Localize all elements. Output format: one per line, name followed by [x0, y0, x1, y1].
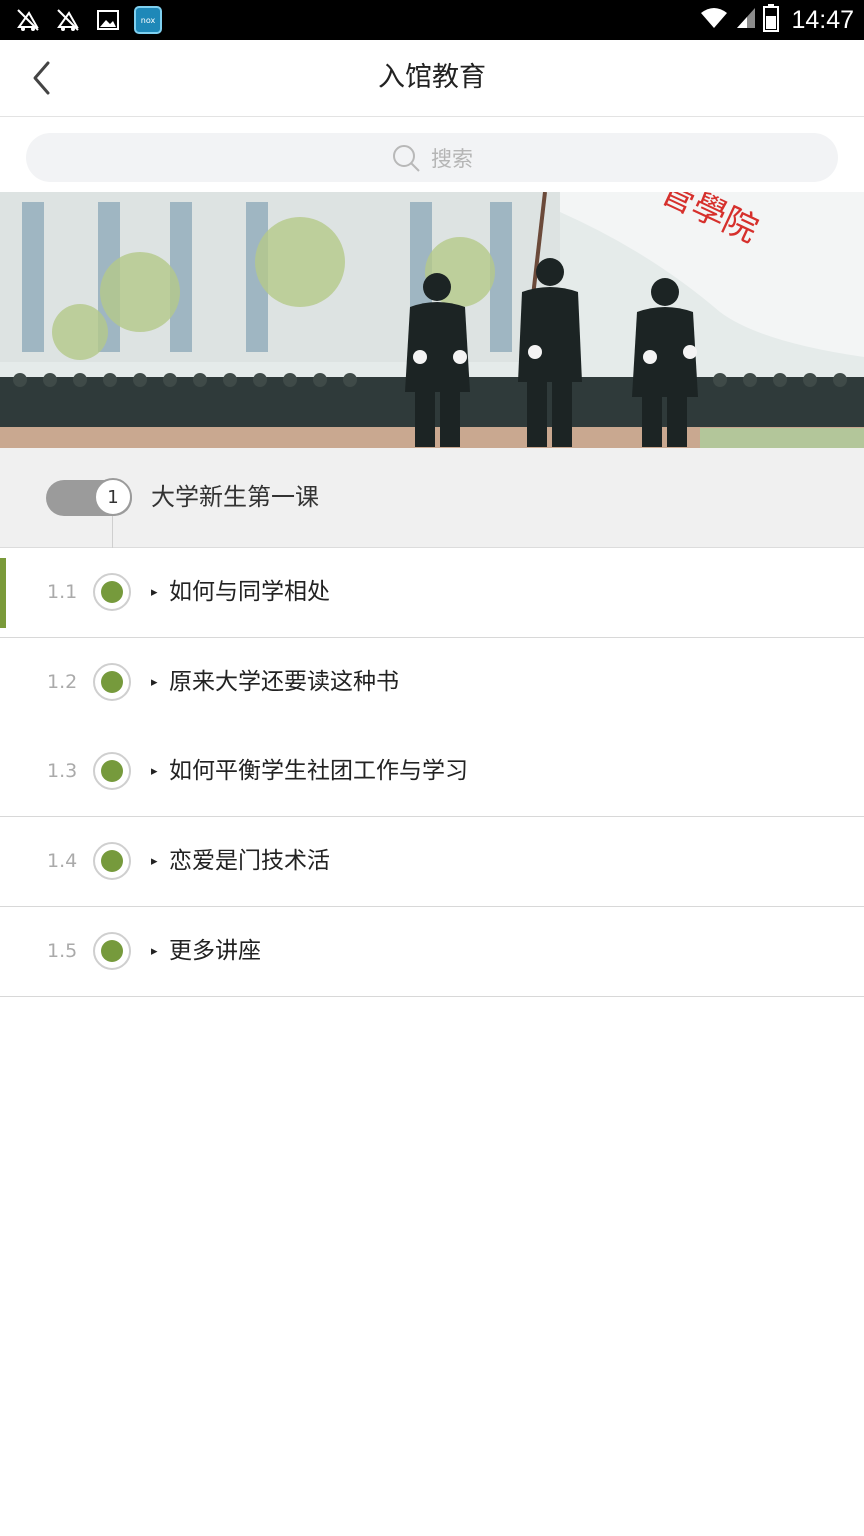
play-triangle-icon: ▸ — [151, 854, 158, 869]
signal-icon — [735, 6, 757, 34]
lesson-title: 如何平衡学生社团工作与学习 — [169, 758, 468, 784]
chapter-header[interactable]: 1 大学新生第一课 — [0, 448, 864, 548]
lesson-row[interactable]: 1.3 ▸ 如何平衡学生社团工作与学习 — [0, 727, 864, 817]
banner-image[interactable]: 管學院 — [0, 192, 864, 448]
lesson-number: 1.1 — [47, 581, 78, 603]
chapter-number-badge: 1 — [94, 478, 132, 516]
lesson-number: 1.4 — [47, 850, 78, 872]
lesson-number: 1.5 — [47, 940, 78, 962]
search-icon — [393, 144, 420, 172]
play-triangle-icon: ▸ — [151, 675, 158, 690]
lesson-row[interactable]: 1.1 ▸ 如何与同学相处 — [0, 548, 864, 638]
sync-off-icon — [14, 6, 42, 34]
lesson-dot-icon — [93, 752, 131, 790]
search-area: 搜索 — [0, 117, 864, 192]
lesson-dot-icon — [93, 932, 131, 970]
search-input[interactable]: 搜索 — [26, 133, 838, 182]
lesson-title: 恋爱是门技术活 — [169, 848, 330, 874]
lesson-number: 1.3 — [47, 760, 78, 782]
page-title: 入馆教育 — [378, 62, 486, 93]
notification-icons: nox — [14, 6, 162, 34]
title-bar: 入馆教育 — [0, 40, 864, 117]
play-triangle-icon: ▸ — [151, 764, 158, 779]
lesson-dot-icon — [93, 663, 131, 701]
sync-off-icon — [54, 6, 82, 34]
play-triangle-icon: ▸ — [151, 585, 158, 600]
lesson-title: 如何与同学相处 — [169, 579, 330, 605]
clock: 14:47 — [791, 5, 854, 34]
lesson-row[interactable]: 1.4 ▸ 恋爱是门技术活 — [0, 817, 864, 907]
lesson-dot-icon — [93, 573, 131, 611]
active-indicator — [0, 558, 6, 628]
lesson-row[interactable]: 1.2 ▸ 原来大学还要读这种书 — [0, 638, 864, 728]
lesson-title: 原来大学还要读这种书 — [169, 669, 399, 695]
wifi-icon — [699, 6, 729, 34]
chapter-title: 大学新生第一课 — [151, 483, 319, 511]
search-placeholder: 搜索 — [431, 146, 473, 171]
status-bar: nox 14:47 — [0, 0, 864, 40]
battery-icon — [763, 4, 780, 36]
lesson-dot-icon — [93, 842, 131, 880]
lesson-title: 更多讲座 — [169, 938, 261, 964]
lesson-number: 1.2 — [47, 671, 78, 693]
lesson-row[interactable]: 1.5 ▸ 更多讲座 — [0, 907, 864, 997]
play-triangle-icon: ▸ — [151, 944, 158, 959]
image-icon — [94, 6, 122, 34]
nox-app-icon: nox — [134, 6, 162, 34]
banner-illustration: 管學院 — [0, 192, 864, 448]
system-icons: 14:47 — [699, 4, 854, 36]
